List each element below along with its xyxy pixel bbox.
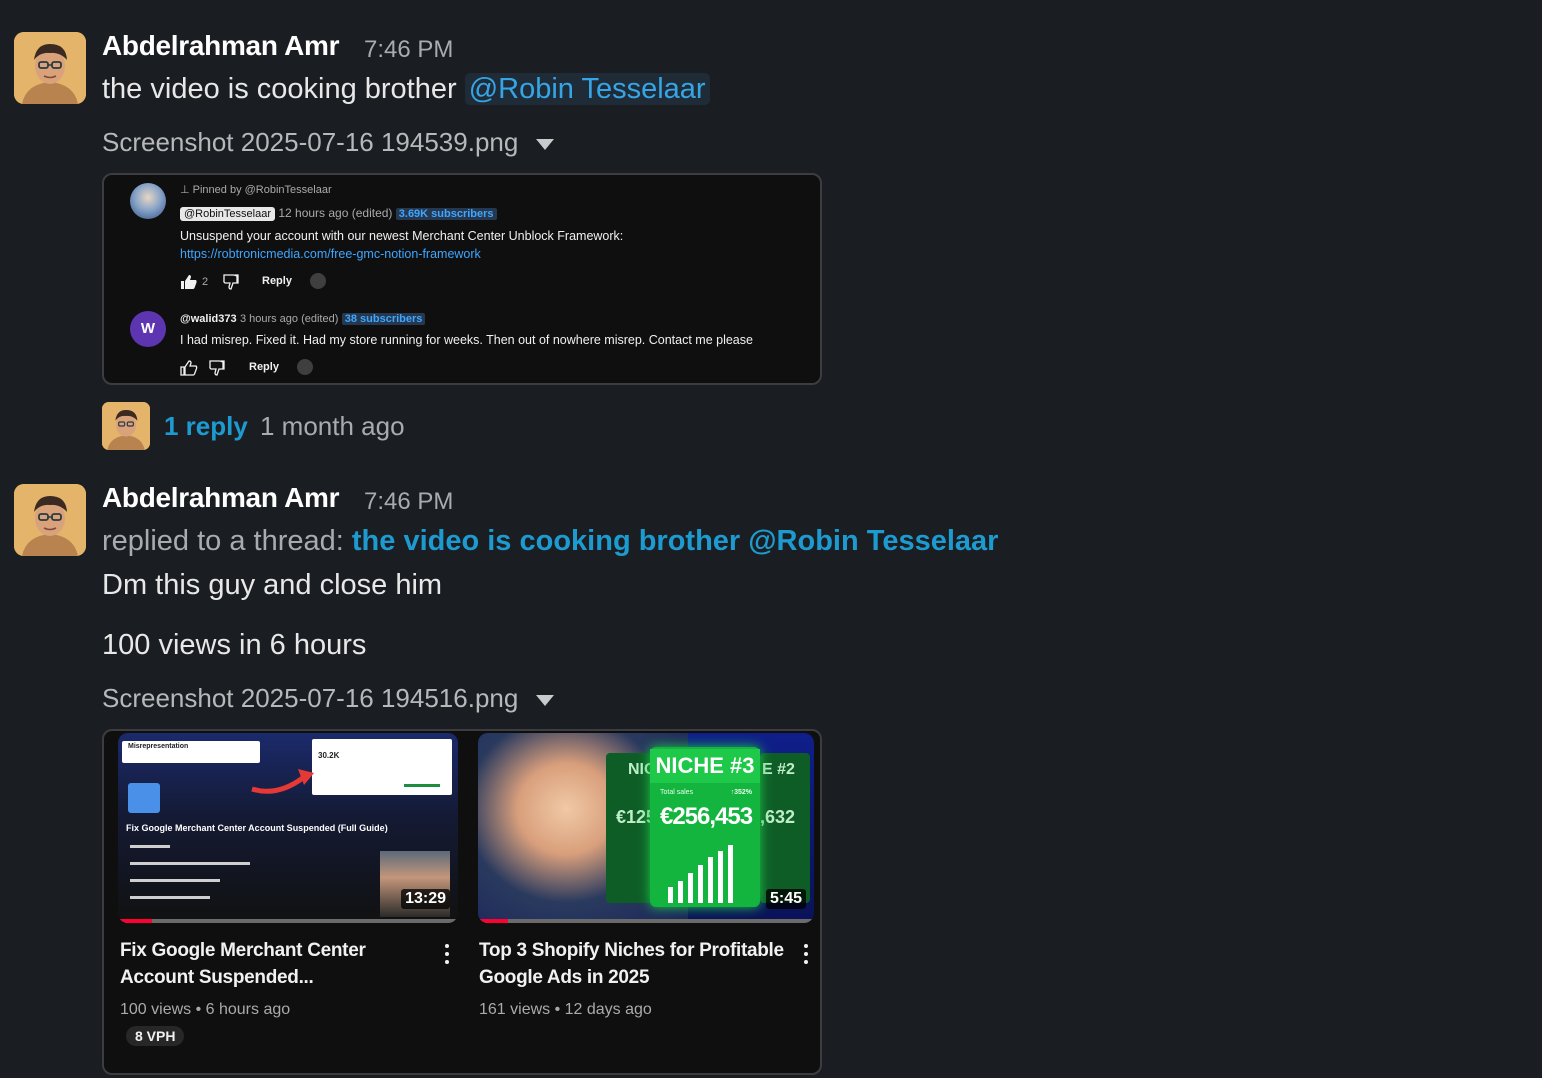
video-thumbnail: Misrepresentation 30.2K Fix Google Merch…: [118, 733, 458, 923]
message-text: Dm this guy and close him: [102, 569, 443, 601]
thumbs-down-icon: [223, 274, 239, 290]
arrow-icon: [251, 769, 314, 794]
comment-header: @walid373 3 hours ago (edited) 38 subscr…: [180, 311, 426, 325]
video-title: Top 3 Shopify Niches for Profitable Goog…: [479, 937, 789, 991]
chevron-down-icon[interactable]: [536, 694, 555, 706]
person-avatar-icon: [102, 402, 150, 450]
video-thumbnail: NICH €125 E #2 ,632 NICHE #3 Total sales…: [478, 733, 814, 923]
comment-text: Unsuspend your account with our newest M…: [180, 229, 624, 243]
pin-icon: ⊥: [180, 184, 190, 196]
thumbs-down-icon: [209, 360, 225, 376]
like-count: 2: [202, 276, 209, 288]
watch-progress-track: [118, 919, 458, 923]
comment-header: @RobinTesselaar 12 hours ago (edited) 3.…: [180, 206, 497, 221]
thumbs-up-icon: [180, 360, 198, 376]
comment-meta: 3 hours ago (edited): [239, 313, 339, 325]
attachment-filename[interactable]: Screenshot 2025-07-16 194539.png: [102, 127, 555, 158]
thumb-card-title: Misrepresentation: [128, 743, 189, 750]
message-body: the video is cooking brother: [102, 73, 457, 105]
thumb-list: [130, 845, 250, 899]
niche-right-label: E #2: [762, 761, 795, 778]
watch-progress: [118, 919, 152, 923]
video-title-line: Google Ads in 2025: [479, 967, 650, 988]
creator-heart-icon: [310, 273, 326, 289]
bar-growth-icon: [668, 845, 733, 903]
thumbs-up-icon: [181, 275, 197, 289]
niche-card-right: E #2 ,632: [760, 753, 810, 903]
video-title-line: Account Suspended...: [120, 967, 314, 988]
comment-link: https://robtronicmedia.com/free-gmc-noti…: [180, 247, 481, 261]
thread-last-reply: 1 month ago: [260, 411, 405, 441]
thumb-heading: Fix Google Merchant Center Account Suspe…: [126, 823, 388, 833]
video-title: Fix Google Merchant Center Account Suspe…: [120, 937, 420, 991]
video-title-line: Fix Google Merchant Center: [120, 940, 366, 961]
more-options-icon: [804, 944, 808, 968]
tag-icon: [128, 783, 160, 813]
thumb-value: 30.2K: [318, 751, 340, 760]
growth-percent: ↑352%: [730, 789, 752, 796]
pinned-text: Pinned by @RobinTesselaar: [192, 184, 332, 196]
comment-handle: @walid373: [180, 313, 237, 325]
sales-amount: €256,453: [660, 803, 753, 830]
niche-title: NICHE #3: [650, 749, 760, 783]
comment-meta: 12 hours ago (edited): [278, 206, 393, 220]
commenter-avatar: W: [130, 311, 166, 347]
subscriber-badge: 3.69K subscribers: [395, 208, 497, 220]
message-time[interactable]: 7:46 PM: [364, 488, 453, 516]
thread-context: replied to a thread: the video is cookin…: [102, 525, 998, 558]
watch-progress-track: [478, 919, 814, 923]
chevron-down-icon[interactable]: [536, 138, 555, 150]
user-mention[interactable]: @Robin Tesselaar: [464, 73, 710, 105]
author-avatar[interactable]: [14, 484, 86, 556]
comment-handle: @RobinTesselaar: [180, 207, 275, 221]
message-text: the video is cooking brother @Robin Tess…: [102, 73, 710, 106]
avatar-letter: W: [140, 320, 156, 337]
subscriber-badge: 38 subscribers: [341, 313, 426, 325]
video-title-line: Top 3 Shopify Niches for Profitable: [479, 940, 784, 961]
creator-heart-icon: [297, 359, 313, 375]
author-name[interactable]: Abdelrahman Amr: [102, 30, 339, 62]
pinned-label: ⊥ Pinned by @RobinTesselaar: [180, 183, 332, 196]
video-meta: 100 views • 6 hours ago: [120, 1001, 291, 1018]
attached-screenshot[interactable]: Misrepresentation 30.2K Fix Google Merch…: [102, 729, 822, 1075]
more-options-icon: [445, 944, 449, 968]
watch-progress: [478, 919, 509, 923]
thread-link[interactable]: the video is cooking brother @Robin Tess…: [352, 525, 999, 557]
attached-screenshot[interactable]: ⊥ Pinned by @RobinTesselaar @RobinTessel…: [102, 173, 822, 385]
attachment-filename[interactable]: Screenshot 2025-07-16 194516.png: [102, 683, 555, 714]
total-sales-label: Total sales: [660, 789, 694, 796]
author-name[interactable]: Abdelrahman Amr: [102, 482, 339, 514]
thread-reply-avatar[interactable]: [102, 402, 150, 450]
thumb-stats-card: 30.2K: [312, 739, 452, 795]
person-avatar-icon: [14, 484, 86, 556]
niche-card-main: NICHE #3 Total sales ↑352% €256,453: [650, 747, 760, 907]
file-name: Screenshot 2025-07-16 194539.png: [102, 127, 519, 157]
comment-text: I had misrep. Fixed it. Had my store run…: [180, 333, 753, 347]
reply-button: Reply: [262, 275, 292, 287]
reply-button: Reply: [249, 361, 279, 373]
message-text: 100 views in 6 hours: [102, 629, 367, 661]
channel-avatar: [130, 183, 166, 219]
author-avatar[interactable]: [14, 32, 86, 104]
niche-card-left: NICH €125: [606, 753, 667, 903]
niche-right-amount: ,632: [760, 807, 796, 827]
video-duration: 13:29: [401, 889, 450, 909]
video-duration: 5:45: [765, 889, 806, 909]
person-avatar-icon: [14, 32, 86, 104]
thread-reply-count[interactable]: 1 reply: [164, 411, 248, 442]
message-time[interactable]: 7:46 PM: [364, 36, 453, 64]
views-per-hour-badge: 8 VPH: [126, 1026, 185, 1046]
file-name: Screenshot 2025-07-16 194516.png: [102, 683, 519, 713]
video-meta: 161 views • 12 days ago: [479, 1001, 652, 1018]
thumb-card: Misrepresentation: [122, 741, 260, 763]
replied-prefix: replied to a thread:: [102, 525, 344, 557]
